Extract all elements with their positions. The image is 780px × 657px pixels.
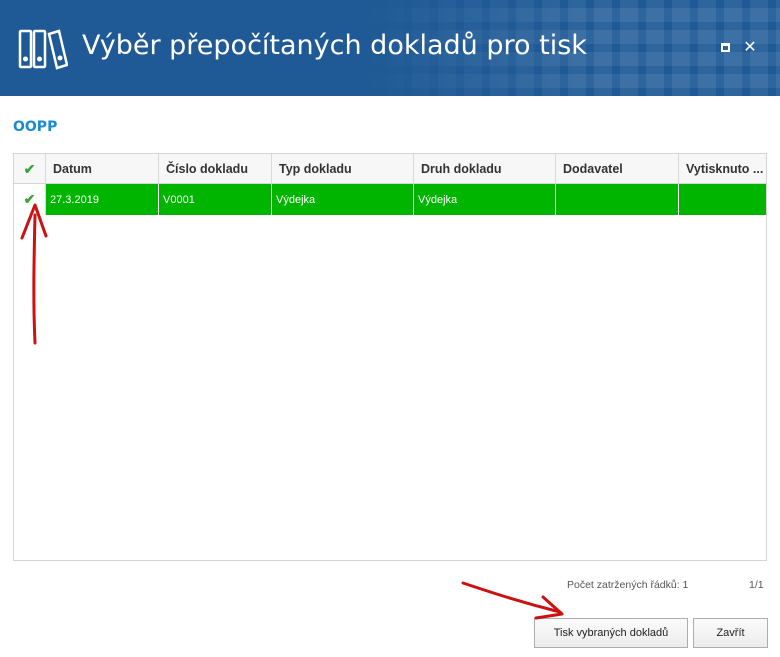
cell-typ-dokladu: Výdejka (272, 184, 414, 215)
select-all-checkbox[interactable]: ✔ (14, 154, 46, 184)
window-title: Výběr přepočítaných dokladů pro tisk (82, 30, 587, 61)
checkmark-icon: ✔ (23, 160, 36, 177)
documents-grid[interactable]: ✔ Datum Číslo dokladu Typ dokladu Druh d… (13, 153, 767, 561)
binders-icon (18, 29, 68, 70)
column-header-typ-dokladu[interactable]: Typ dokladu (272, 154, 414, 184)
maximize-button[interactable] (715, 37, 735, 57)
cell-datum: 27.3.2019 (46, 184, 159, 215)
table-row[interactable]: ✔ 27.3.2019 V0001 Výdejka Výdejka (14, 184, 766, 215)
column-header-vytisknuto[interactable]: Vytisknuto ... (679, 154, 766, 184)
section-title: OOPP (13, 119, 58, 135)
column-header-cislo-dokladu[interactable]: Číslo dokladu (159, 154, 272, 184)
close-button[interactable]: Zavřít (693, 618, 768, 648)
column-header-druh-dokladu[interactable]: Druh dokladu (414, 154, 556, 184)
title-bar: Výběr přepočítaných dokladů pro tisk ✕ (0, 0, 780, 96)
annotation-arrow-right (461, 581, 562, 614)
cell-druh-dokladu: Výdejka (414, 184, 556, 215)
cell-dodavatel (556, 184, 679, 215)
cell-vytisknuto (679, 184, 766, 215)
close-icon: ✕ (743, 37, 757, 56)
checkmark-icon: ✔ (23, 191, 36, 207)
grid-header: ✔ Datum Číslo dokladu Typ dokladu Druh d… (14, 154, 766, 184)
column-header-datum[interactable]: Datum (46, 154, 159, 184)
checked-rows-count: Počet zatržených řádků: 1 (567, 579, 689, 591)
cell-cislo-dokladu: V0001 (159, 184, 272, 215)
annotation-arrowhead-right (534, 595, 564, 620)
row-checkbox[interactable]: ✔ (14, 184, 46, 215)
column-header-dodavatel[interactable]: Dodavatel (556, 154, 679, 184)
print-selected-button[interactable]: Tisk vybraných dokladů (534, 618, 688, 648)
close-window-button[interactable]: ✕ (740, 37, 760, 57)
maximize-icon (720, 42, 730, 52)
page-indicator: 1/1 (749, 579, 764, 591)
